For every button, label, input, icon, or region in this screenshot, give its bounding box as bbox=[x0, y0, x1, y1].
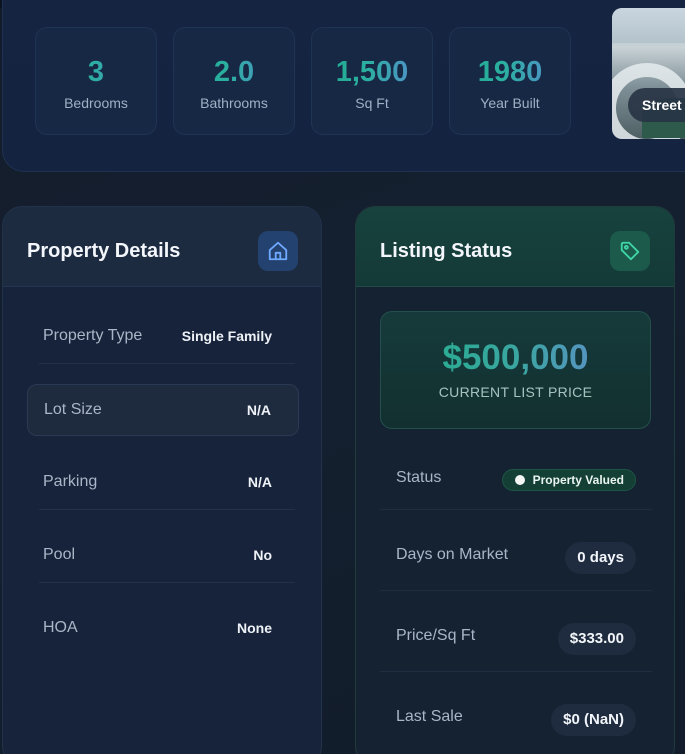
stat-value: 1980 bbox=[450, 55, 570, 89]
detail-value: Single Family bbox=[181, 328, 272, 344]
detail-row-property-type: Property Type Single Family bbox=[27, 311, 299, 363]
detail-key: Pool bbox=[43, 546, 76, 563]
status-badge-label: Property Valued bbox=[532, 473, 624, 487]
detail-value: No bbox=[253, 547, 272, 563]
detail-key: Property Type bbox=[43, 327, 143, 344]
stat-value: 3 bbox=[36, 55, 156, 89]
stat-label: Year Built bbox=[480, 95, 540, 111]
listing-row-status: Status Property Valued bbox=[380, 451, 652, 511]
stat-label: Bedrooms bbox=[64, 95, 128, 111]
street-view-button[interactable]: Street View bbox=[628, 88, 685, 122]
card-header: Listing Status bbox=[356, 207, 674, 287]
stat-value: 2.0 bbox=[174, 55, 294, 89]
listing-key: Price/Sq Ft bbox=[396, 627, 476, 644]
listing-row-days-on-market: Days on Market 0 days bbox=[380, 528, 652, 588]
price-box: $500,000 CURRENT LIST PRICE bbox=[380, 311, 651, 429]
listing-row-price-per-sqft: Price/Sq Ft $333.00 bbox=[380, 609, 652, 669]
stats-panel: 3 Bedrooms 2.0 Bathrooms 1,500 Sq Ft 198… bbox=[2, 0, 685, 172]
detail-row-parking: Parking N/A bbox=[27, 457, 299, 509]
tag-icon bbox=[610, 231, 650, 271]
divider bbox=[380, 590, 652, 591]
detail-value: N/A bbox=[246, 402, 271, 418]
stat-value: 1,500 bbox=[312, 55, 432, 89]
stat-year-built: 1980 Year Built bbox=[449, 27, 571, 135]
detail-value: N/A bbox=[247, 474, 272, 490]
status-dot-icon bbox=[514, 475, 525, 485]
detail-value: None bbox=[237, 620, 272, 636]
card-title: Property Details bbox=[27, 240, 181, 262]
listing-row-last-sale: Last Sale $0 (NaN) bbox=[380, 690, 652, 750]
street-view-sky bbox=[612, 8, 685, 43]
stat-sqft: 1,500 Sq Ft bbox=[311, 27, 433, 135]
detail-key: Parking bbox=[43, 473, 98, 490]
divider bbox=[380, 509, 652, 510]
card-title: Listing Status bbox=[380, 240, 513, 262]
detail-row-hoa: HOA None bbox=[27, 603, 299, 655]
listing-value: 0 days bbox=[565, 542, 636, 574]
list-price-label: CURRENT LIST PRICE bbox=[438, 384, 593, 400]
divider bbox=[39, 363, 295, 364]
listing-value: $333.00 bbox=[557, 623, 636, 655]
detail-row-lot-size: Lot Size N/A bbox=[27, 384, 299, 436]
detail-key: Lot Size bbox=[44, 401, 102, 418]
stat-bedrooms: 3 Bedrooms bbox=[35, 27, 157, 135]
street-view-thumbnail[interactable]: Street View bbox=[612, 8, 685, 139]
card-header: Property Details bbox=[3, 207, 321, 287]
status-badge: Property Valued bbox=[501, 469, 636, 491]
listing-key: Days on Market bbox=[396, 546, 509, 563]
listing-key: Last Sale bbox=[396, 708, 463, 725]
listing-value: $0 (NaN) bbox=[551, 704, 636, 736]
detail-row-pool: Pool No bbox=[27, 530, 299, 582]
divider bbox=[39, 509, 295, 510]
detail-key: HOA bbox=[43, 619, 78, 636]
stat-bathrooms: 2.0 Bathrooms bbox=[173, 27, 295, 135]
list-price: $500,000 bbox=[381, 338, 650, 378]
stat-label: Sq Ft bbox=[355, 95, 389, 111]
divider bbox=[39, 582, 295, 583]
divider bbox=[380, 671, 652, 672]
property-details-card: Property Details Property Type Single Fa… bbox=[2, 206, 322, 754]
home-icon bbox=[258, 231, 298, 271]
listing-status-card: Listing Status $500,000 CURRENT LIST PRI… bbox=[355, 206, 675, 754]
listing-key: Status bbox=[396, 469, 442, 486]
stat-label: Bathrooms bbox=[200, 95, 268, 111]
